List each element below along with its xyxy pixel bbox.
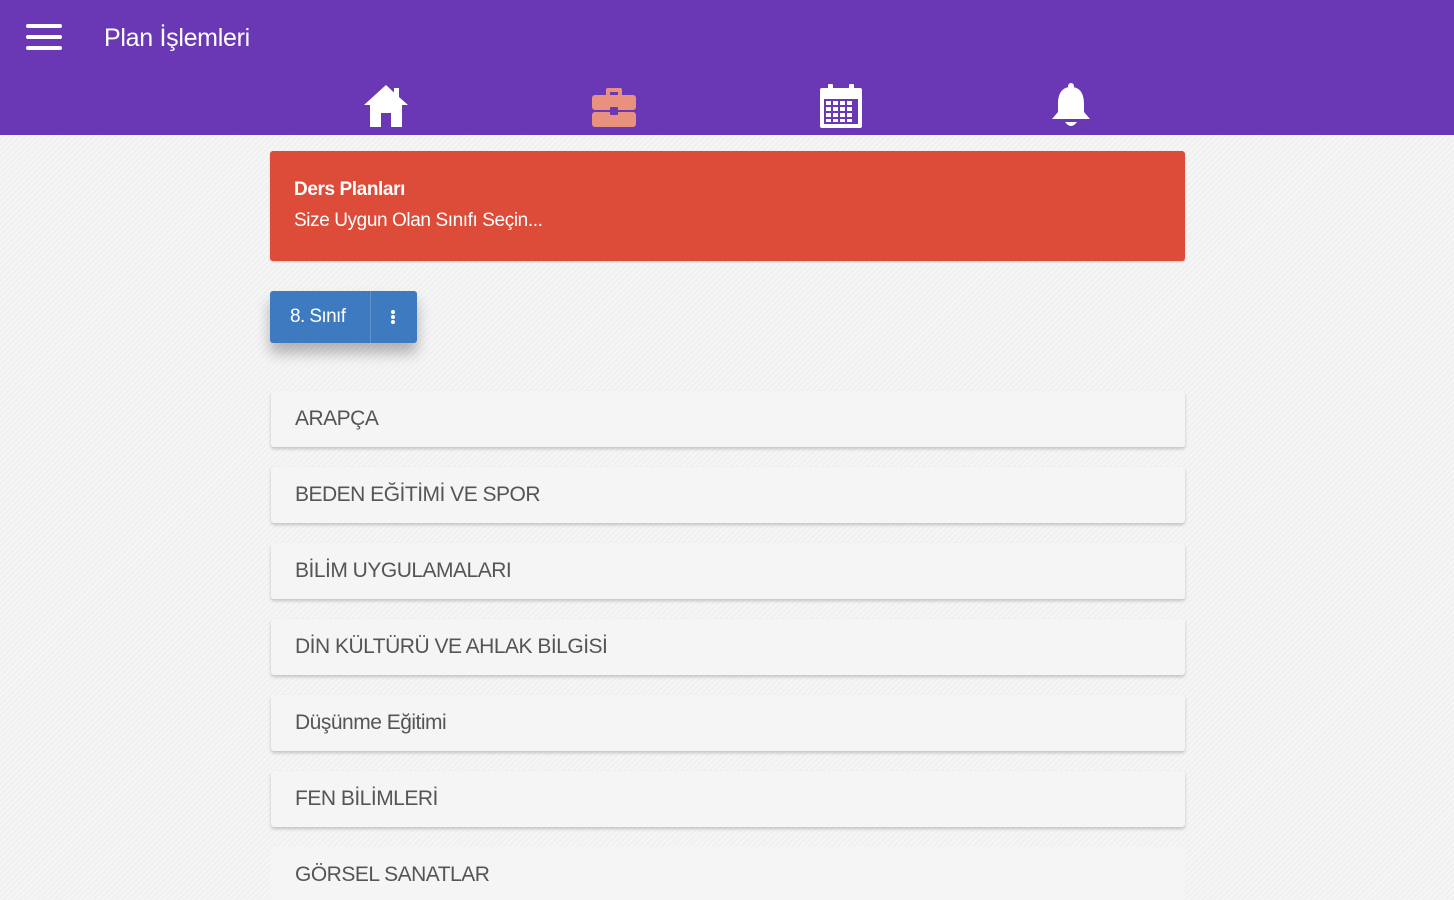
list-item[interactable]: FEN BİLİMLERİ — [271, 771, 1185, 827]
class-select-button[interactable]: 8. Sınıf — [270, 291, 417, 343]
more-vertical-icon[interactable] — [385, 305, 401, 329]
info-alert: Ders Planları Size Uygun Olan Sınıfı Seç… — [270, 151, 1185, 261]
home-icon[interactable] — [358, 78, 414, 134]
list-item[interactable]: BİLİM UYGULAMALARI — [271, 543, 1185, 599]
alert-title: Ders Planları — [294, 179, 405, 200]
list-item[interactable]: Düşünme Eğitimi — [271, 695, 1185, 751]
list-item-label: ARAPÇA — [295, 407, 379, 430]
page-title: Plan İşlemleri — [104, 24, 250, 52]
list-item-label: GÖRSEL SANATLAR — [295, 863, 490, 886]
class-select-label: 8. Sınıf — [290, 306, 346, 327]
list-item[interactable]: GÖRSEL SANATLAR — [271, 847, 1185, 900]
list-item[interactable]: BEDEN EĞİTİMİ VE SPOR — [271, 467, 1185, 523]
list-item-label: BİLİM UYGULAMALARI — [295, 559, 512, 582]
briefcase-icon[interactable] — [586, 78, 642, 134]
list-item[interactable]: DİN KÜLTÜRÜ VE AHLAK BİLGİSİ — [271, 619, 1185, 675]
list-item-label: BEDEN EĞİTİMİ VE SPOR — [295, 483, 541, 506]
app-header: Plan İşlemleri — [0, 0, 1454, 135]
hamburger-menu-icon[interactable] — [24, 22, 64, 52]
alert-subtitle: Size Uygun Olan Sınıfı Seçin... — [294, 210, 543, 231]
list-item-label: FEN BİLİMLERİ — [295, 787, 438, 810]
button-divider — [370, 291, 371, 343]
calendar-icon[interactable] — [813, 78, 869, 134]
list-item-label: Düşünme Eğitimi — [295, 711, 447, 734]
list-item-label: DİN KÜLTÜRÜ VE AHLAK BİLGİSİ — [295, 635, 608, 658]
bell-icon[interactable] — [1043, 78, 1099, 134]
list-item[interactable]: ARAPÇA — [271, 391, 1185, 447]
